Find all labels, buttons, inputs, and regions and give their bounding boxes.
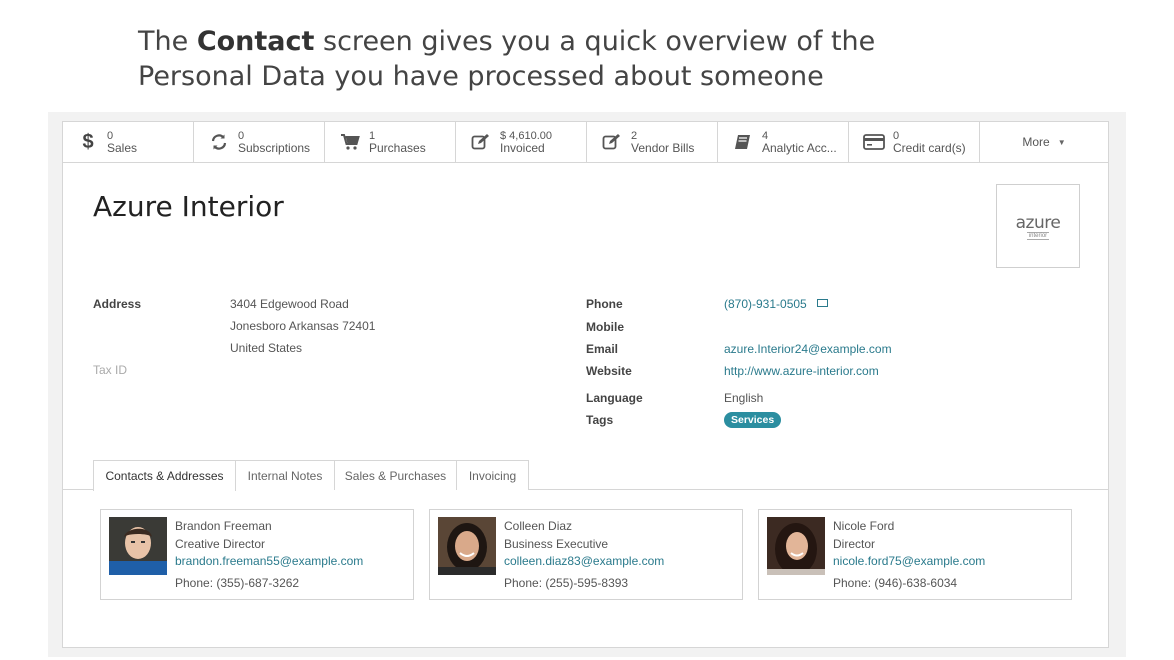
language-label: Language (586, 391, 643, 405)
contact-email[interactable]: brandon.freeman55@example.com (175, 554, 363, 568)
invoiced-label: Invoiced (500, 141, 545, 155)
contact-email[interactable]: colleen.diaz83@example.com (504, 554, 664, 568)
email-link[interactable]: azure.Interior24@example.com (724, 342, 892, 356)
contact-email[interactable]: nicole.ford75@example.com (833, 554, 985, 568)
credit-card-label: Credit card(s) (893, 141, 966, 155)
contact-phone: Phone: (255)-595-8393 (504, 576, 629, 590)
tab-sales-purchases[interactable]: Sales & Purchases (335, 460, 457, 490)
analytic-label: Analytic Acc... (762, 141, 837, 155)
website-link[interactable]: http://www.azure-interior.com (724, 364, 879, 378)
caption-line-1: The Contact screen gives you a quick ove… (138, 26, 876, 57)
caption-line-2: Personal Data you have processed about s… (138, 61, 824, 92)
contact-form-sheet: $ 0 Sales 0 Subscriptions 1 Purchases $ 4,6… (62, 121, 1109, 648)
mobile-label: Mobile (586, 320, 624, 334)
contact-name: Nicole Ford (833, 519, 895, 533)
smart-button-bar: $ 0 Sales 0 Subscriptions 1 Purchases $ 4,6… (63, 122, 1108, 163)
contact-card[interactable]: Colleen Diaz Business Executive colleen.… (429, 509, 743, 600)
avatar (438, 517, 496, 575)
partner-name: Azure Interior (93, 190, 284, 223)
avatar (767, 517, 825, 575)
invoiced-button[interactable]: $ 4,610.00 Invoiced (456, 122, 587, 162)
logo-sub: interior (1026, 231, 1050, 240)
purchases-label: Purchases (369, 141, 426, 155)
logo-word: azure (1015, 212, 1061, 233)
tags-label: Tags (586, 413, 614, 427)
address-label: Address (93, 297, 142, 311)
caption: The Contact screen gives you a quick ove… (138, 24, 1038, 94)
tax-id-label: Tax ID (93, 363, 128, 377)
language-value: English (724, 391, 764, 405)
credit-card-icon (863, 131, 885, 153)
notebook-tabs: Contacts & Addresses Internal Notes Sale… (63, 460, 1108, 491)
vendor-bills-label: Vendor Bills (631, 141, 695, 155)
address-city: Jonesboro Arkansas 72401 (230, 319, 376, 333)
contact-name: Brandon Freeman (175, 519, 272, 533)
more-label: More (1022, 135, 1050, 149)
book-icon (732, 131, 754, 153)
cart-icon (339, 131, 361, 153)
analytic-accounts-button[interactable]: 4 Analytic Acc... (718, 122, 849, 162)
company-logo[interactable]: azure interior (996, 184, 1080, 268)
refresh-icon (208, 131, 230, 153)
address-street: 3404 Edgewood Road (230, 297, 349, 311)
sms-envelope-icon[interactable] (817, 299, 828, 307)
tab-invoicing[interactable]: Invoicing (457, 460, 529, 490)
subscriptions-button[interactable]: 0 Subscriptions (194, 122, 325, 162)
dollar-icon: $ (82, 130, 94, 153)
phone-link[interactable]: (870)-931-0505 (724, 297, 807, 311)
edit-icon (601, 131, 623, 153)
avatar (109, 517, 167, 575)
sales-button[interactable]: $ 0 Sales (63, 122, 194, 162)
contact-card[interactable]: Nicole Ford Director nicole.ford75@examp… (758, 509, 1072, 600)
contact-card[interactable]: Brandon Freeman Creative Director brando… (100, 509, 414, 600)
address-country: United States (230, 341, 303, 355)
purchases-button[interactable]: 1 Purchases (325, 122, 456, 162)
tab-contacts-addresses[interactable]: Contacts & Addresses (93, 460, 236, 491)
contact-function: Director (833, 537, 876, 551)
contact-function: Business Executive (504, 537, 609, 551)
edit-icon (470, 131, 492, 153)
more-button[interactable]: More ▼ (980, 122, 1108, 162)
contact-phone: Phone: (355)-687-3262 (175, 576, 300, 590)
phone-label: Phone (586, 297, 623, 311)
email-label: Email (586, 342, 619, 356)
website-label: Website (586, 364, 632, 378)
tag-badge[interactable]: Services (724, 412, 782, 428)
caption-bold: Contact (196, 26, 315, 57)
contact-phone: Phone: (946)-638-6034 (833, 576, 958, 590)
contact-name: Colleen Diaz (504, 519, 573, 533)
sales-label: Sales (107, 141, 138, 155)
subscriptions-label: Subscriptions (238, 141, 311, 155)
contact-function: Creative Director (175, 537, 266, 551)
credit-cards-button[interactable]: 0 Credit card(s) (849, 122, 980, 162)
caret-down-icon: ▼ (1057, 137, 1066, 147)
vendor-bills-button[interactable]: 2 Vendor Bills (587, 122, 718, 162)
tab-internal-notes[interactable]: Internal Notes (236, 460, 335, 490)
